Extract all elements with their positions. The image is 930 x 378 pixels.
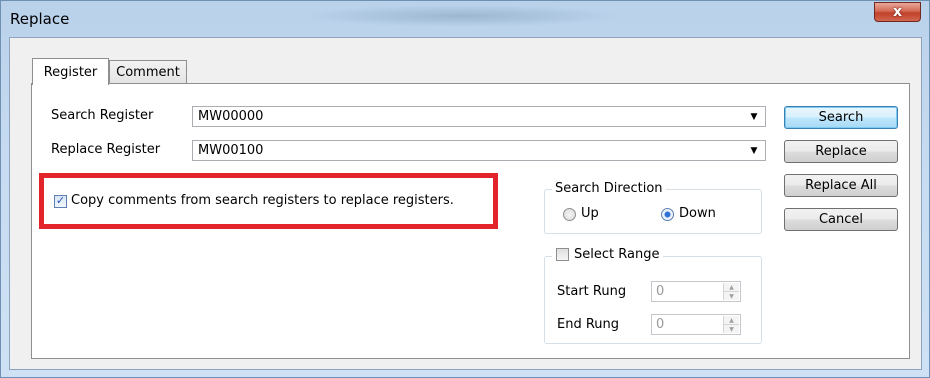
select-range-header: Select Range	[552, 247, 664, 262]
chevron-down-icon[interactable]: ▼	[747, 144, 761, 158]
select-range-title[interactable]: Select Range	[574, 247, 659, 262]
chevron-down-icon[interactable]: ▼	[747, 110, 761, 124]
replace-register-label: Replace Register	[51, 142, 161, 157]
end-rung-spin-buttons[interactable]: ▲ ▼	[723, 316, 739, 333]
replace-dialog: Replace x Register Comment Search Regist…	[0, 0, 930, 378]
search-register-label: Search Register	[51, 108, 154, 123]
replace-register-combo[interactable]: MW00100 ▼	[192, 140, 766, 161]
direction-up-radio[interactable]	[563, 208, 576, 221]
direction-down-radio[interactable]	[661, 208, 674, 221]
end-rung-value: 0	[656, 317, 665, 332]
select-range-checkbox[interactable]	[556, 248, 569, 261]
start-rung-spinner[interactable]: 0 ▲ ▼	[651, 281, 741, 302]
start-rung-label: Start Rung	[557, 284, 627, 299]
cancel-button[interactable]: Cancel	[784, 208, 898, 231]
checkmark-icon: ✓	[55, 195, 66, 207]
replace-register-value: MW00100	[198, 143, 264, 158]
start-rung-value: 0	[656, 284, 665, 299]
start-rung-spin-buttons[interactable]: ▲ ▼	[723, 283, 739, 300]
spin-up-icon[interactable]: ▲	[724, 316, 739, 325]
copy-comments-checkbox[interactable]: ✓	[54, 195, 67, 208]
title-bar-glow	[301, 5, 621, 27]
tab-comment[interactable]: Comment	[109, 60, 187, 84]
direction-down-label[interactable]: Down	[679, 206, 716, 221]
close-button[interactable]: x	[874, 2, 921, 22]
search-register-combo[interactable]: MW00000 ▼	[192, 106, 766, 127]
end-rung-spinner[interactable]: 0 ▲ ▼	[651, 314, 741, 335]
spin-down-icon[interactable]: ▼	[724, 325, 739, 333]
tab-register[interactable]: Register	[32, 58, 109, 85]
copy-comments-label[interactable]: Copy comments from search registers to r…	[71, 193, 454, 208]
title-bar[interactable]: Replace x	[1, 1, 929, 37]
window-title: Replace	[10, 10, 70, 28]
spin-up-icon[interactable]: ▲	[724, 283, 739, 292]
search-register-value: MW00000	[198, 109, 264, 124]
end-rung-label: End Rung	[557, 317, 620, 332]
search-button[interactable]: Search	[784, 106, 898, 129]
spin-down-icon[interactable]: ▼	[724, 292, 739, 300]
replace-button[interactable]: Replace	[784, 140, 898, 163]
search-direction-title: Search Direction	[552, 181, 666, 196]
replace-all-button[interactable]: Replace All	[784, 174, 898, 197]
close-icon: x	[892, 4, 903, 20]
direction-up-label[interactable]: Up	[581, 206, 599, 221]
